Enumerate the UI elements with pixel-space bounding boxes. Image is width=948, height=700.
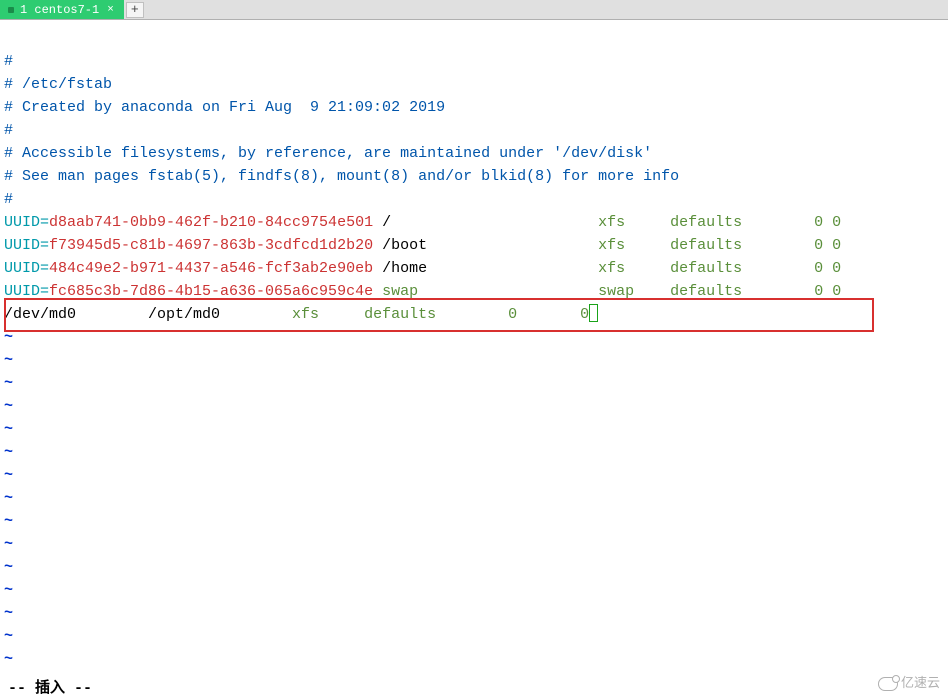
dump-pass: 0 0 (814, 260, 841, 277)
mount-point (373, 283, 382, 300)
vim-tilde: ~ (0, 349, 948, 372)
uuid-key: UUID= (4, 260, 49, 277)
comment-line: # /etc/fstab (0, 73, 948, 96)
mount-options: defaults (364, 306, 508, 323)
fs-type: xfs (598, 260, 670, 277)
mount-point: /home (373, 260, 598, 277)
fstab-entry: UUID=f73945d5-c81b-4697-863b-3cdfcd1d2b2… (0, 234, 948, 257)
device-path: /dev/md0 /opt/md0 (4, 306, 292, 323)
vim-tilde: ~ (0, 441, 948, 464)
dump-num: 0 (508, 306, 580, 323)
comment-line: # Created by anaconda on Fri Aug 9 21:09… (0, 96, 948, 119)
fs-type: swap (598, 283, 670, 300)
tab-active[interactable]: 1 centos7-1 × (0, 0, 124, 19)
uuid-value: 484c49e2-b971-4437-a546-fcf3ab2e90eb (49, 260, 373, 277)
mount-options: defaults (670, 214, 814, 231)
vim-tilde: ~ (0, 625, 948, 648)
fs-type: xfs (598, 237, 670, 254)
mount-options: defaults (670, 283, 814, 300)
comment-line: # See man pages fstab(5), findfs(8), mou… (0, 165, 948, 188)
vim-tilde: ~ (0, 648, 948, 671)
fstab-entry: UUID=d8aab741-0bb9-462f-b210-84cc9754e50… (0, 211, 948, 234)
uuid-value: f73945d5-c81b-4697-863b-3cdfcd1d2b20 (49, 237, 373, 254)
uuid-value: d8aab741-0bb9-462f-b210-84cc9754e501 (49, 214, 373, 231)
mount-options: defaults (670, 260, 814, 277)
pass-num: 0 (580, 306, 589, 323)
terminal[interactable]: # # /etc/fstab # Created by anaconda on … (0, 20, 948, 700)
comment-line: # (0, 50, 948, 73)
dump-pass: 0 0 (814, 237, 841, 254)
tab-title: 1 centos7-1 (20, 3, 99, 17)
watermark-text: 亿速云 (901, 672, 940, 695)
swap-label: swap (382, 283, 418, 300)
vim-tilde: ~ (0, 533, 948, 556)
vim-tilde: ~ (0, 556, 948, 579)
comment-line: # Accessible filesystems, by reference, … (0, 142, 948, 165)
fstab-entry: UUID=fc685c3b-7d86-4b15-a636-065a6c959c4… (0, 280, 948, 303)
watermark-icon (878, 677, 898, 691)
fs-type: xfs (292, 306, 364, 323)
mount-point: /boot (373, 237, 598, 254)
fstab-new-entry: /dev/md0 /opt/md0 xfs defaults 0 0 (0, 303, 948, 326)
add-tab-button[interactable]: + (126, 2, 144, 18)
cursor-icon (589, 304, 598, 322)
vim-tilde: ~ (0, 602, 948, 625)
close-icon[interactable]: × (105, 4, 116, 16)
dump-pass: 0 0 (814, 283, 841, 300)
tab-indicator-icon (8, 7, 14, 13)
mount-options: defaults (670, 237, 814, 254)
watermark: 亿速云 (878, 672, 940, 695)
comment-line: # (0, 119, 948, 142)
vim-tilde: ~ (0, 418, 948, 441)
mount-point: / (373, 214, 598, 231)
uuid-key: UUID= (4, 237, 49, 254)
vim-tilde: ~ (0, 579, 948, 602)
vim-tilde: ~ (0, 510, 948, 533)
uuid-key: UUID= (4, 283, 49, 300)
uuid-key: UUID= (4, 214, 49, 231)
vim-tilde: ~ (0, 487, 948, 510)
fs-type: xfs (598, 214, 670, 231)
vim-tilde: ~ (0, 372, 948, 395)
vim-tilde: ~ (0, 464, 948, 487)
dump-pass: 0 0 (814, 214, 841, 231)
comment-line: # (0, 188, 948, 211)
vim-tilde: ~ (0, 326, 948, 349)
vim-mode-status: -- 插入 -- (4, 677, 92, 700)
vim-tilde: ~ (0, 395, 948, 418)
fstab-entry: UUID=484c49e2-b971-4437-a546-fcf3ab2e90e… (0, 257, 948, 280)
tab-bar: 1 centos7-1 × + (0, 0, 948, 20)
uuid-value: fc685c3b-7d86-4b15-a636-065a6c959c4e (49, 283, 373, 300)
